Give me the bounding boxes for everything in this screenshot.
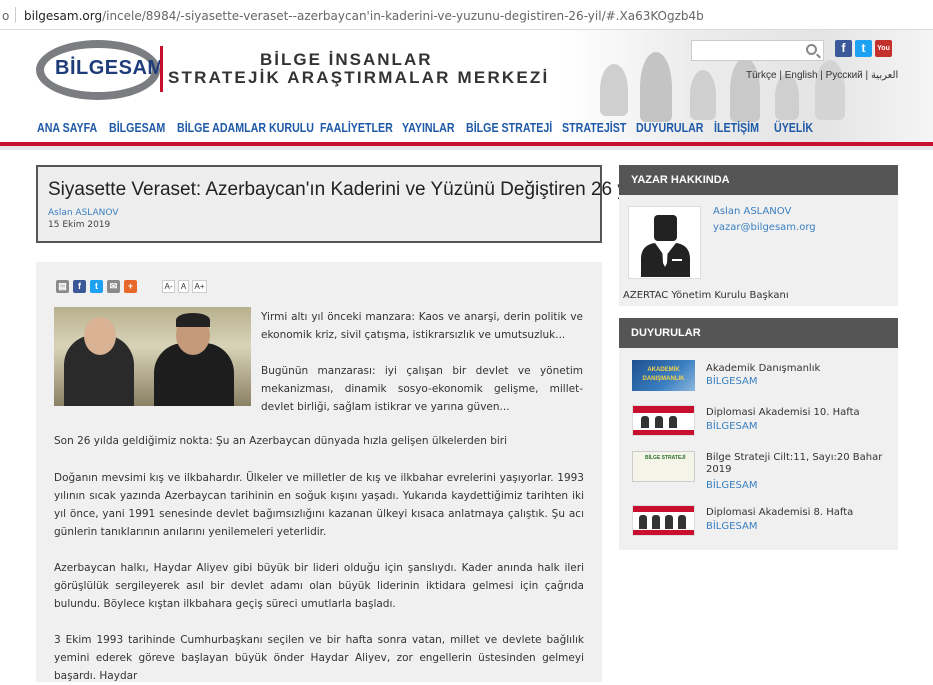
announcement-thumbnail: BİLGE STRATEJİ xyxy=(632,451,695,482)
article-photo xyxy=(54,307,251,406)
nav-item-faaliyetler[interactable]: FAALİYETLER xyxy=(320,120,393,135)
announcement-title: Diplomasi Akademisi 10. Hafta xyxy=(706,407,860,418)
article-paragraph: Yirmi altı yıl önceki manzara: Kaos ve a… xyxy=(261,311,583,341)
facebook-icon[interactable]: f xyxy=(835,40,852,57)
nav-item-yayinlar[interactable]: YAYINLAR xyxy=(402,120,455,135)
article-paragraph: Bugünün manzarası: iyi çalışan bir devle… xyxy=(261,365,583,413)
announcement-thumbnail xyxy=(632,405,695,436)
article-title: Siyasette Veraset: Azerbaycan'ın Kaderin… xyxy=(48,179,637,200)
search-input[interactable] xyxy=(691,40,824,61)
author-panel: YAZAR HAKKINDA Aslan ASLANOV yazar@bilge… xyxy=(619,165,898,306)
article-title-box: Siyasette Veraset: Azerbaycan'ın Kaderin… xyxy=(36,165,636,243)
logo-divider xyxy=(160,46,163,92)
nav-gray-band xyxy=(0,146,933,150)
language-switcher[interactable]: Türkçe | English | Русский | العربية xyxy=(746,70,898,81)
article-author-link[interactable]: Aslan ASLANOV xyxy=(48,208,119,218)
facebook-share-icon[interactable]: f xyxy=(73,280,86,293)
announcements-panel: DUYURULAR AKADEMİK DANIŞMANLIK Akademik … xyxy=(619,318,898,550)
email-icon[interactable]: ✉ xyxy=(107,280,120,293)
nav-item-ana-sayfa[interactable]: ANA SAYFA xyxy=(37,120,97,135)
person-silhouette-icon xyxy=(641,215,690,277)
more-share-icon[interactable]: + xyxy=(124,280,137,293)
nav-item-bilge-strateji[interactable]: BİLGE STRATEJİ xyxy=(466,120,552,135)
font-increase-button[interactable]: A+ xyxy=(192,280,207,293)
browser-address-bar[interactable]: o bilgesam.org/incele/8984/-siyasette-ve… xyxy=(0,0,933,30)
announcements-header: DUYURULAR xyxy=(619,318,898,348)
nav-item-uyelik[interactable]: ÜYELİK xyxy=(774,120,813,135)
search-icon[interactable] xyxy=(806,44,817,55)
twitter-icon[interactable]: t xyxy=(855,40,872,57)
announcement-source: BİLGESAM xyxy=(706,376,758,387)
nav-item-bilgesam[interactable]: BİLGESAM xyxy=(109,120,165,135)
announcement-title: Akademik Danışmanlık xyxy=(706,363,821,374)
youtube-icon[interactable]: You xyxy=(875,40,892,57)
nav-item-iletisim[interactable]: İLETİŞİM xyxy=(714,120,759,135)
protocol-fragment: o xyxy=(2,9,10,23)
article-paragraph: Azerbaycan halkı, Haydar Aliyev gibi büy… xyxy=(54,562,584,610)
announcement-source: BİLGESAM xyxy=(706,480,758,491)
url-text[interactable]: bilgesam.org/incele/8984/-siyasette-vera… xyxy=(24,9,704,23)
announcement-source: BİLGESAM xyxy=(706,521,758,532)
url-host: bilgesam.org xyxy=(24,9,103,23)
announcement-title: Bilge Strateji Cilt:11, Sayı:20 Bahar 20… xyxy=(706,452,883,475)
author-bio: AZERTAC Yönetim Kurulu Başkanı xyxy=(623,290,789,301)
font-reset-button[interactable]: A xyxy=(178,280,189,293)
logo-text: BİLGESAM xyxy=(55,57,165,79)
announcement-source: BİLGESAM xyxy=(706,421,758,432)
nav-item-stratejist[interactable]: STRATEJİST xyxy=(562,120,626,135)
article-paragraph: Doğanın mevsimi kış ve ilkbahardır. Ülke… xyxy=(54,472,584,538)
announcement-thumbnail: AKADEMİK DANIŞMANLIK xyxy=(632,360,695,391)
author-email-link[interactable]: yazar@bilgesam.org xyxy=(713,222,816,233)
org-name-line2: STRATEJİK ARAŞTIRMALAR MERKEZİ xyxy=(168,68,550,87)
url-path: /incele/8984/-siyasette-veraset--azerbay… xyxy=(102,9,704,23)
author-panel-header: YAZAR HAKKINDA xyxy=(619,165,898,195)
twitter-share-icon[interactable]: t xyxy=(90,280,103,293)
article-paragraph: Son 26 yılda geldiğimiz nokta: Şu an Aze… xyxy=(54,435,508,447)
address-separator xyxy=(15,7,16,23)
announcement-thumbnail xyxy=(632,505,695,536)
nav-item-duyurular[interactable]: DUYURULAR xyxy=(636,120,704,135)
font-decrease-button[interactable]: A- xyxy=(162,280,175,293)
print-icon[interactable]: ▤ xyxy=(56,280,69,293)
org-name-line1: BİLGE İNSANLAR xyxy=(260,50,433,69)
article-date: 15 Ekim 2019 xyxy=(48,220,111,230)
article-paragraph: 3 Ekim 1993 tarihinde Cumhurbaşkanı seçi… xyxy=(54,634,584,682)
author-avatar xyxy=(628,206,701,279)
author-name-link[interactable]: Aslan ASLANOV xyxy=(713,206,791,217)
nav-item-bilge-adamlar-kurulu[interactable]: BİLGE ADAMLAR KURULU xyxy=(177,120,314,135)
article-body: ▤ f t ✉ + A- A A+ Yirmi altı yıl önceki … xyxy=(36,262,602,682)
main-navigation: ANA SAYFA BİLGESAM BİLGE ADAMLAR KURULU … xyxy=(0,112,933,144)
announcement-title: Diplomasi Akademisi 8. Hafta xyxy=(706,507,854,518)
